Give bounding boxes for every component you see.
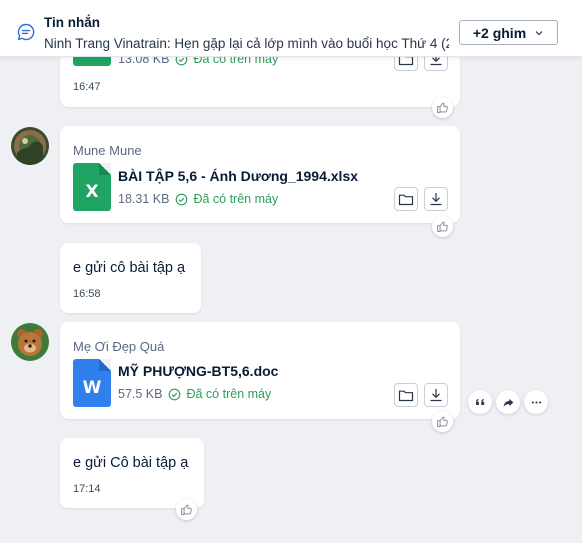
word-file-icon[interactable]: W xyxy=(73,359,111,407)
sender-name: Mẹ Ơi Đẹp Quá xyxy=(73,339,165,354)
share-button[interactable] xyxy=(496,390,520,414)
download-button[interactable] xyxy=(424,187,448,211)
like-button[interactable] xyxy=(432,216,453,237)
file-status: Đã có trên máy xyxy=(168,387,271,401)
file-size: 18.31 KB xyxy=(118,192,170,206)
avatar-image xyxy=(11,127,49,165)
file-meta: 57.5 KB Đã có trên máy xyxy=(118,387,271,401)
more-horizontal-icon xyxy=(531,400,541,404)
open-folder-button[interactable] xyxy=(394,187,418,211)
more-options-button[interactable] xyxy=(524,390,548,414)
more-pins-button[interactable]: +2 ghim xyxy=(459,20,558,45)
like-button[interactable] xyxy=(432,97,453,118)
open-folder-button[interactable] xyxy=(394,383,418,407)
folder-icon xyxy=(398,390,414,402)
file-meta: 18.31 KB Đã có trên máy xyxy=(118,192,278,206)
message-bubble-icon xyxy=(17,23,35,41)
message-time: 16:47 xyxy=(73,81,101,93)
thumbs-up-icon xyxy=(437,102,448,113)
message-text: e gửi Cô bài tập ạ 17:14 xyxy=(60,438,204,508)
thumbs-up-icon xyxy=(437,416,448,427)
pinned-title: Tin nhắn xyxy=(44,15,100,30)
message-time: 16:58 xyxy=(73,288,101,300)
download-icon xyxy=(430,389,442,402)
quote-reply-button[interactable] xyxy=(468,390,492,414)
avatar-image xyxy=(11,323,49,361)
thumbs-up-icon xyxy=(181,504,192,515)
sender-name: Mune Mune xyxy=(73,143,142,158)
download-icon xyxy=(430,193,442,206)
like-button[interactable] xyxy=(432,411,453,432)
message-file: Mẹ Ơi Đẹp Quá W MỸ PHƯỢNG-BT5,6.doc 57.5… xyxy=(60,322,460,419)
excel-file-icon[interactable]: X xyxy=(73,163,111,211)
message-text-content: e gửi Cô bài tập ạ xyxy=(73,455,189,471)
share-icon xyxy=(503,398,513,407)
message-text-content: e gửi cô bài tập ạ xyxy=(73,260,186,276)
pinned-messages-bar[interactable]: Tin nhắn Ninh Trang Vinatrain: Hẹn gặp l… xyxy=(0,0,582,57)
file-name[interactable]: MỸ PHƯỢNG-BT5,6.doc xyxy=(118,363,278,379)
more-pins-label: +2 ghim xyxy=(472,24,527,41)
message-text: e gửi cô bài tập ạ 16:58 xyxy=(60,243,201,313)
like-button[interactable] xyxy=(176,499,197,520)
folder-icon xyxy=(398,194,414,206)
check-circle-icon xyxy=(169,388,181,400)
quote-icon xyxy=(475,398,484,405)
file-name[interactable]: BÀI TẬP 5,6 - Ánh Dương_1994.xlsx xyxy=(118,168,358,184)
check-circle-icon xyxy=(176,193,188,205)
download-button[interactable] xyxy=(424,383,448,407)
avatar[interactable] xyxy=(11,323,49,361)
file-size: 57.5 KB xyxy=(118,387,163,401)
file-status: Đã có trên máy xyxy=(175,192,278,206)
chevron-down-icon xyxy=(535,30,543,35)
message-time: 17:14 xyxy=(73,483,101,495)
avatar[interactable] xyxy=(11,127,49,165)
thumbs-up-icon xyxy=(437,221,448,232)
pinned-message-text[interactable]: Ninh Trang Vinatrain: Hẹn gặp lại cả lớp… xyxy=(44,36,449,51)
message-file: Mune Mune X BÀI TẬP 5,6 - Ánh Dương_1994… xyxy=(60,126,460,223)
